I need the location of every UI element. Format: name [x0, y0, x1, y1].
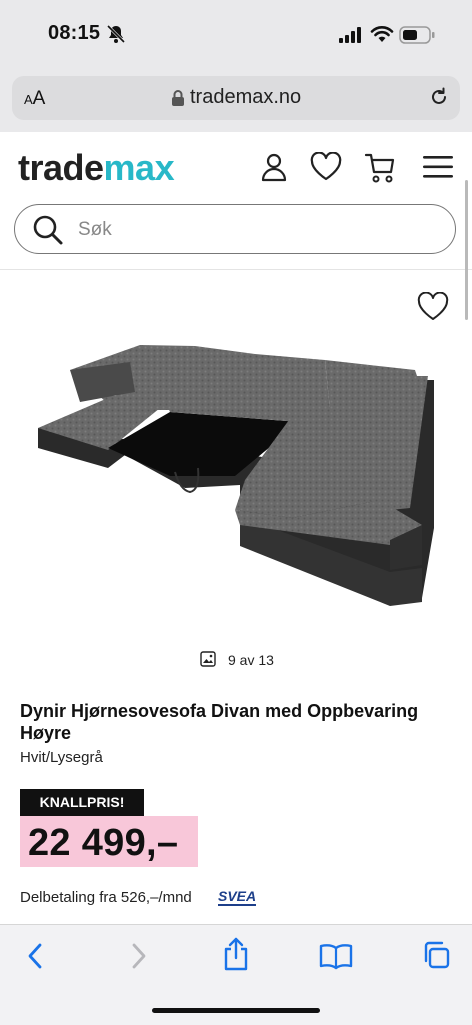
heart-icon[interactable] [309, 151, 343, 187]
cart-icon[interactable] [364, 152, 396, 189]
reload-icon[interactable] [428, 86, 450, 113]
product-price: 22 499,– [28, 822, 179, 864]
bookmarks-icon[interactable] [319, 942, 353, 975]
wifi-icon [370, 25, 394, 48]
battery-icon [399, 26, 435, 49]
signal-icon [339, 27, 363, 48]
search-icon [32, 214, 64, 251]
svea-logo[interactable]: SVEA [218, 889, 257, 906]
trademax-logo[interactable]: trademax [18, 148, 175, 188]
home-indicator [152, 1008, 320, 1013]
gallery-icon [200, 651, 216, 672]
search-placeholder: Søk [78, 219, 112, 240]
favorite-icon[interactable] [416, 291, 450, 327]
lock-icon [171, 89, 185, 112]
product-image[interactable] [30, 340, 442, 614]
reader-settings-button[interactable]: AA [24, 88, 45, 110]
product-title: Dynir Hjørnesovesofa Divan med Oppbevari… [20, 701, 419, 743]
back-icon[interactable] [24, 940, 48, 977]
tabs-icon[interactable] [421, 940, 451, 975]
status-time: 08:15 [48, 22, 101, 44]
user-icon[interactable] [260, 152, 288, 187]
menu-icon[interactable] [422, 155, 454, 184]
installment-text: Delbetaling fra 526,–/mnd [20, 889, 192, 906]
forward-icon[interactable] [126, 940, 150, 977]
knallpris-badge: KNALLPRIS! [20, 789, 144, 816]
url-text[interactable]: trademax.no [190, 86, 301, 109]
image-counter: 9 av 13 [228, 652, 274, 668]
header-divider [0, 269, 472, 270]
page-scrollbar[interactable] [465, 180, 468, 320]
share-icon[interactable] [221, 936, 251, 977]
bell-slash-icon [106, 24, 126, 49]
product-variant[interactable]: Hvit/Lysegrå [20, 749, 103, 766]
